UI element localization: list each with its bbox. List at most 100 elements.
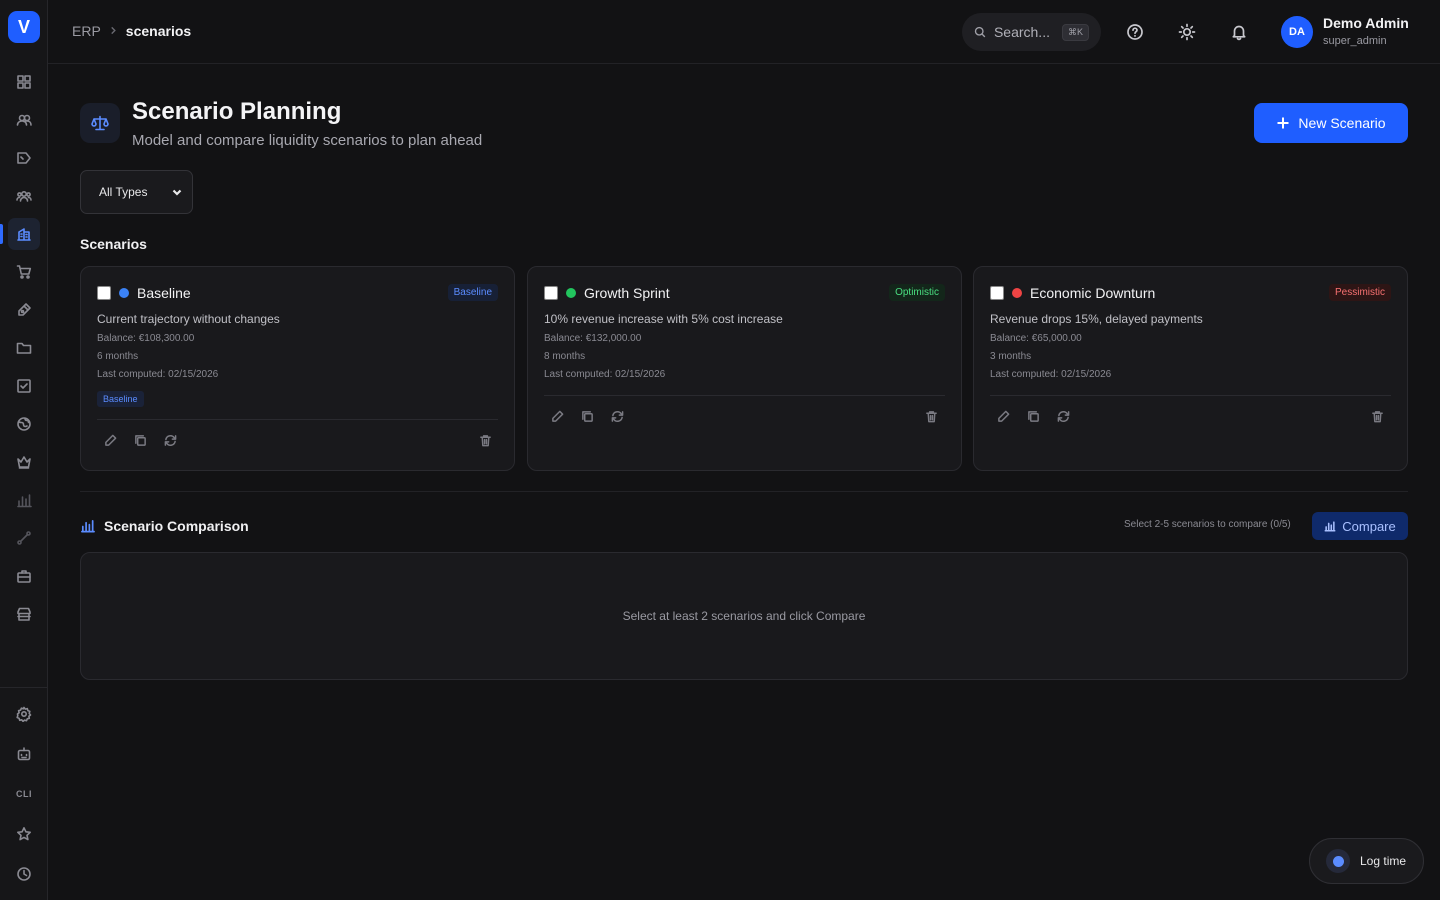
breadcrumb-root[interactable]: ERP [72,23,101,39]
tag-icon[interactable] [8,142,40,174]
page-subtitle: Model and compare liquidity scenarios to… [132,132,483,149]
task-icon[interactable] [8,370,40,402]
scenario-balance: Balance: €65,000.00 [990,333,1082,344]
dashboard-icon[interactable] [8,66,40,98]
plus-icon [1277,117,1289,129]
trash-icon[interactable] [1371,410,1385,424]
user-name[interactable]: Demo Admin [1323,15,1409,31]
clock-icon[interactable] [8,858,40,890]
bell-icon[interactable] [1227,20,1251,44]
scenario-name: Economic Downturn [1030,285,1156,301]
folder-icon[interactable] [8,332,40,364]
duplicate-icon[interactable] [581,410,595,424]
scenario-name: Growth Sprint [584,285,670,301]
scenario-card-growth-sprint[interactable]: Growth Sprint Optimistic 10% revenue inc… [527,266,962,471]
user-role: super_admin [1323,35,1387,47]
trash-icon[interactable] [479,434,493,448]
scenario-description: Revenue drops 15%, delayed payments [990,312,1203,326]
scenario-last-computed: Last computed: 02/15/2026 [97,369,219,380]
search-placeholder: Search... [993,24,1050,40]
pen-icon[interactable] [8,294,40,326]
new-scenario-label: New Scenario [1298,115,1386,131]
store-icon[interactable] [8,598,40,630]
help-icon[interactable] [1123,20,1147,44]
scenario-card-economic-downturn[interactable]: Economic Downturn Pessimistic Revenue dr… [973,266,1408,471]
status-dot [119,288,129,298]
route-icon[interactable] [8,522,40,554]
scenario-balance: Balance: €108,300.00 [97,333,195,344]
scenario-description: Current trajectory without changes [97,312,280,326]
recompute-icon[interactable] [611,410,625,424]
type-badge: Baseline [447,284,498,301]
scenario-description: 10% revenue increase with 5% cost increa… [544,312,783,326]
star-icon[interactable] [8,818,40,850]
avatar[interactable]: DA [1281,16,1313,48]
app-logo[interactable]: V [8,11,40,43]
edit-icon[interactable] [997,410,1011,424]
comparison-hint: Select 2-5 scenarios to compare (0/5) [1124,519,1291,530]
bot-icon[interactable] [8,738,40,770]
scenario-duration: 3 months [990,351,1032,362]
comparison-empty-state: Select at least 2 scenarios and click Co… [622,609,866,623]
card-divider [97,419,498,420]
cart-icon[interactable] [8,256,40,288]
scenario-checkbox[interactable] [544,286,558,300]
card-divider [990,395,1391,396]
scenario-duration: 8 months [544,351,586,362]
scenario-last-computed: Last computed: 02/15/2026 [990,369,1112,380]
comparison-title: Scenario Comparison [104,518,249,534]
status-dot [566,288,576,298]
chevron-right-icon [109,24,118,38]
scenario-checkbox[interactable] [97,286,111,300]
card-divider [544,395,945,396]
team-icon[interactable] [8,180,40,212]
scenario-checkbox[interactable] [990,286,1004,300]
status-dot [1012,288,1022,298]
log-time-button[interactable]: Log time [1309,838,1424,884]
search-shortcut: ⌘K [1061,23,1089,41]
crown-icon[interactable] [8,446,40,478]
trash-icon[interactable] [925,410,939,424]
top-header: ERP scenarios Search... ⌘K DA Demo Admin… [48,0,1440,64]
settings-icon[interactable] [8,698,40,730]
theme-toggle-icon[interactable] [1175,20,1199,44]
duplicate-icon[interactable] [1027,410,1041,424]
scenario-name: Baseline [137,285,191,301]
baseline-tag: Baseline [97,391,144,407]
recompute-icon[interactable] [1057,410,1071,424]
sidebar-active-indicator [0,224,3,244]
comparison-panel: Select at least 2 scenarios and click Co… [80,552,1408,680]
type-filter-select[interactable]: All Types [80,170,193,214]
section-divider [80,491,1408,492]
search-icon [974,26,986,38]
chart-icon[interactable] [8,484,40,516]
scenario-last-computed: Last computed: 02/15/2026 [544,369,666,380]
type-filter-value: All Types [99,185,148,199]
cli-icon[interactable]: CLI [8,778,40,810]
search-button[interactable]: Search... ⌘K [962,13,1101,51]
globe-icon[interactable] [8,408,40,440]
compare-button[interactable]: Compare [1312,512,1408,540]
compare-label: Compare [1342,518,1396,534]
edit-icon[interactable] [551,410,565,424]
edit-icon[interactable] [104,434,118,448]
users-icon[interactable] [8,104,40,136]
log-time-label: Log time [1360,854,1407,868]
briefcase-icon[interactable] [8,560,40,592]
breadcrumb: ERP scenarios [72,23,191,39]
page-title: Scenario Planning [132,98,342,125]
type-badge: Optimistic [889,284,945,301]
scenario-duration: 6 months [97,351,139,362]
scale-icon [80,103,120,143]
scenario-card-baseline[interactable]: Baseline Baseline Current trajectory wit… [80,266,515,471]
type-badge: Pessimistic [1328,284,1391,301]
duplicate-icon[interactable] [134,434,148,448]
bar-chart-icon [80,518,96,534]
recompute-icon[interactable] [164,434,178,448]
sidebar-divider [0,687,47,688]
bar-chart-icon [1324,521,1336,532]
scenario-balance: Balance: €132,000.00 [544,333,642,344]
breadcrumb-current: scenarios [125,23,192,39]
finance-icon[interactable] [8,218,40,250]
new-scenario-button[interactable]: New Scenario [1254,103,1408,143]
